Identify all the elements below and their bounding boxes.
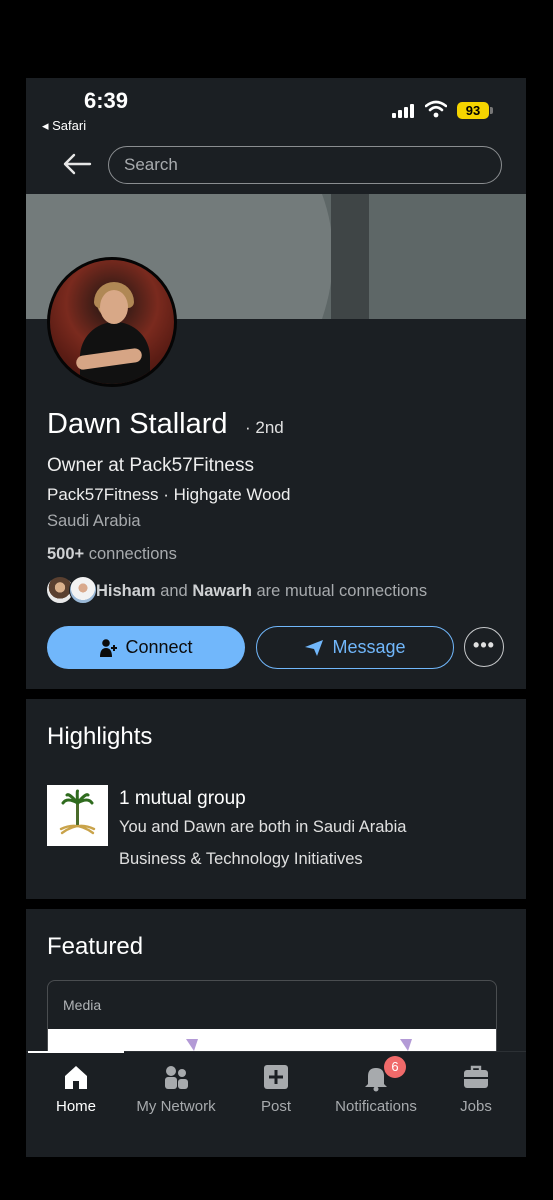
network-icon <box>165 1066 188 1089</box>
tab-my-network[interactable]: My Network <box>126 1062 226 1115</box>
profile-location: Saudi Arabia <box>47 512 141 530</box>
mutual-avatar-2 <box>69 576 97 604</box>
app-screen: 6:39 ◂ Safari 93 Search Dawn Stallard · … <box>26 78 526 1157</box>
tab-label: Jobs <box>460 1098 492 1115</box>
connect-button[interactable]: Connect <box>47 626 245 669</box>
mutual-suffix: are mutual connections <box>251 582 428 600</box>
battery-tip <box>490 107 493 114</box>
tab-label: Post <box>260 1098 291 1115</box>
active-tab-indicator <box>28 1051 124 1053</box>
mutual-and: and <box>155 582 193 600</box>
highlights-title: Highlights <box>47 723 153 750</box>
message-label: Message <box>332 637 406 657</box>
status-time: 6:39 <box>84 88 129 113</box>
mutual-connections[interactable]: Hisham and Nawarh are mutual connections <box>96 582 427 601</box>
tab-home[interactable]: Home <box>26 1062 126 1115</box>
tab-notifications[interactable]: Notifications <box>326 1062 426 1115</box>
connection-degree: · 2nd <box>245 418 284 437</box>
profile-company[interactable]: Pack57Fitness · Highgate Wood <box>47 485 290 505</box>
message-button[interactable]: Message <box>256 626 454 669</box>
mutual-name-1: Hisham <box>96 582 156 600</box>
connections-number: 500+ <box>47 545 85 563</box>
signal-icon <box>392 104 418 118</box>
media-label: Media <box>63 997 102 1013</box>
home-icon <box>65 1066 87 1089</box>
tab-jobs[interactable]: Jobs <box>426 1062 526 1115</box>
section-divider <box>26 899 526 909</box>
post-icon <box>264 1065 288 1089</box>
group-title[interactable]: 1 mutual group <box>119 788 246 810</box>
section-divider <box>26 689 526 699</box>
back-arrow-icon[interactable] <box>62 152 92 176</box>
send-icon <box>305 639 324 656</box>
featured-title: Featured <box>47 933 144 960</box>
notification-badge: 6 <box>384 1056 406 1078</box>
battery-icon: 93 <box>457 102 489 119</box>
group-description: You and Dawn are both in Saudi Arabia <box>119 818 407 836</box>
more-options-button[interactable]: ••• <box>464 627 504 667</box>
status-bar: 6:39 ◂ Safari 93 <box>26 78 526 138</box>
add-person-icon <box>100 638 118 657</box>
search-input[interactable]: Search <box>108 146 502 184</box>
connect-label: Connect <box>125 637 193 657</box>
profile-photo[interactable] <box>47 257 177 387</box>
tab-post[interactable]: Post <box>226 1062 326 1115</box>
bottom-tab-bar: Home My Network Post Notifications 6 Job… <box>26 1051 526 1157</box>
group-logo[interactable] <box>47 785 108 846</box>
tab-label: Home <box>55 1098 96 1115</box>
briefcase-icon <box>464 1065 488 1088</box>
connections-label: connections <box>84 545 177 563</box>
back-to-safari-link[interactable]: ◂ Safari <box>42 118 86 134</box>
profile-name: Dawn Stallard <box>47 408 228 440</box>
tab-label: My Network <box>136 1098 216 1115</box>
mutual-name-2: Nawarh <box>192 582 252 600</box>
profile-headline: Owner at Pack57Fitness <box>47 455 254 476</box>
connections-count[interactable]: 500+ connections <box>47 545 177 564</box>
group-name[interactable]: Business & Technology Initiatives <box>119 850 363 869</box>
wifi-icon <box>425 100 447 118</box>
tab-label: Notifications <box>335 1098 417 1115</box>
